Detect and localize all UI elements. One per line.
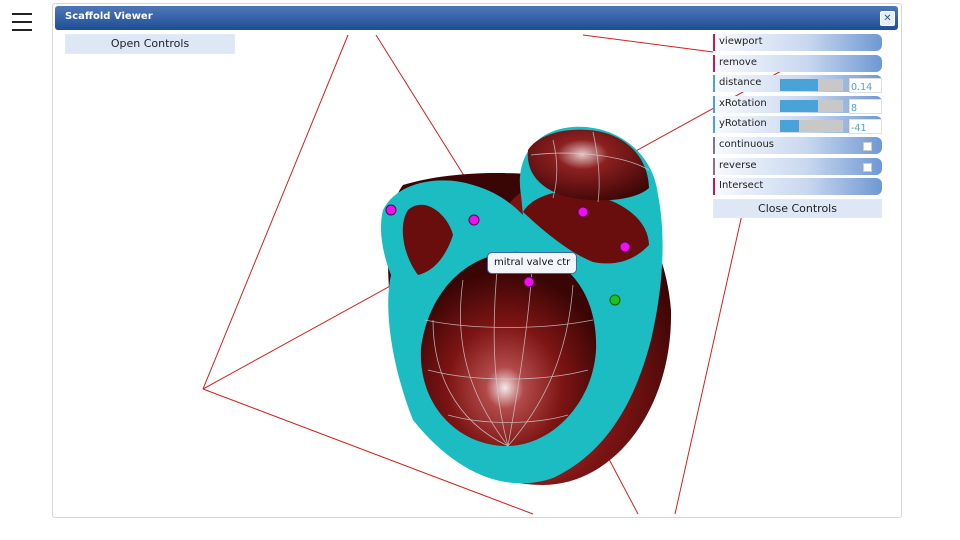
yrotation-input[interactable]: -41	[849, 119, 882, 135]
window-titlebar: Scaffold Viewer ✕	[55, 6, 898, 30]
yrotation-slider[interactable]	[780, 120, 843, 133]
marker-point	[577, 206, 589, 218]
controls-panel: viewport remove distance 0.14 xRotation …	[713, 34, 882, 218]
marker-tooltip: mitral valve ctr	[487, 252, 578, 274]
distance-control[interactable]: distance 0.14	[713, 75, 882, 94]
intersect-folder[interactable]: Intersect	[713, 178, 882, 196]
open-controls-button[interactable]: Open Controls	[65, 34, 235, 54]
remove-label: remove	[719, 56, 757, 68]
marker-point	[468, 214, 480, 226]
marker-point	[619, 241, 631, 253]
xrotation-label: xRotation	[719, 97, 767, 109]
mitral-valve-marker	[523, 276, 535, 288]
marker-point-green	[609, 294, 621, 306]
distance-slider[interactable]	[780, 79, 843, 92]
reverse-label: reverse	[719, 159, 757, 171]
reverse-checkbox[interactable]	[863, 162, 872, 172]
reverse-control[interactable]: reverse	[713, 157, 882, 175]
continuous-control[interactable]: continuous	[713, 136, 882, 154]
3d-viewport[interactable]: Open Controls mitral valve ctr viewport …	[53, 30, 901, 517]
viewport-folder[interactable]: viewport	[713, 34, 882, 51]
close-icon[interactable]: ✕	[880, 11, 895, 26]
continuous-label: continuous	[719, 138, 774, 150]
distance-input[interactable]: 0.14	[849, 78, 882, 94]
continuous-checkbox[interactable]	[863, 141, 872, 151]
yrotation-label: yRotation	[719, 118, 767, 130]
xrotation-slider[interactable]	[780, 99, 843, 112]
xrotation-control[interactable]: xRotation 8	[713, 95, 882, 114]
xrotation-input[interactable]: 8	[849, 98, 882, 114]
viewport-label: viewport	[719, 36, 763, 47]
marker-point	[385, 204, 397, 216]
hamburger-menu-icon[interactable]	[12, 13, 32, 31]
yrotation-control[interactable]: yRotation -41	[713, 116, 882, 135]
remove-folder[interactable]: remove	[713, 54, 882, 72]
scaffold-viewer-window: Scaffold Viewer ✕ Open Controls mitral v…	[52, 3, 902, 518]
close-controls-button[interactable]: Close Controls	[713, 198, 882, 218]
window-title: Scaffold Viewer	[65, 11, 153, 22]
intersect-label: Intersect	[719, 180, 764, 192]
heart-model[interactable]	[380, 126, 672, 485]
distance-label: distance	[719, 77, 762, 89]
